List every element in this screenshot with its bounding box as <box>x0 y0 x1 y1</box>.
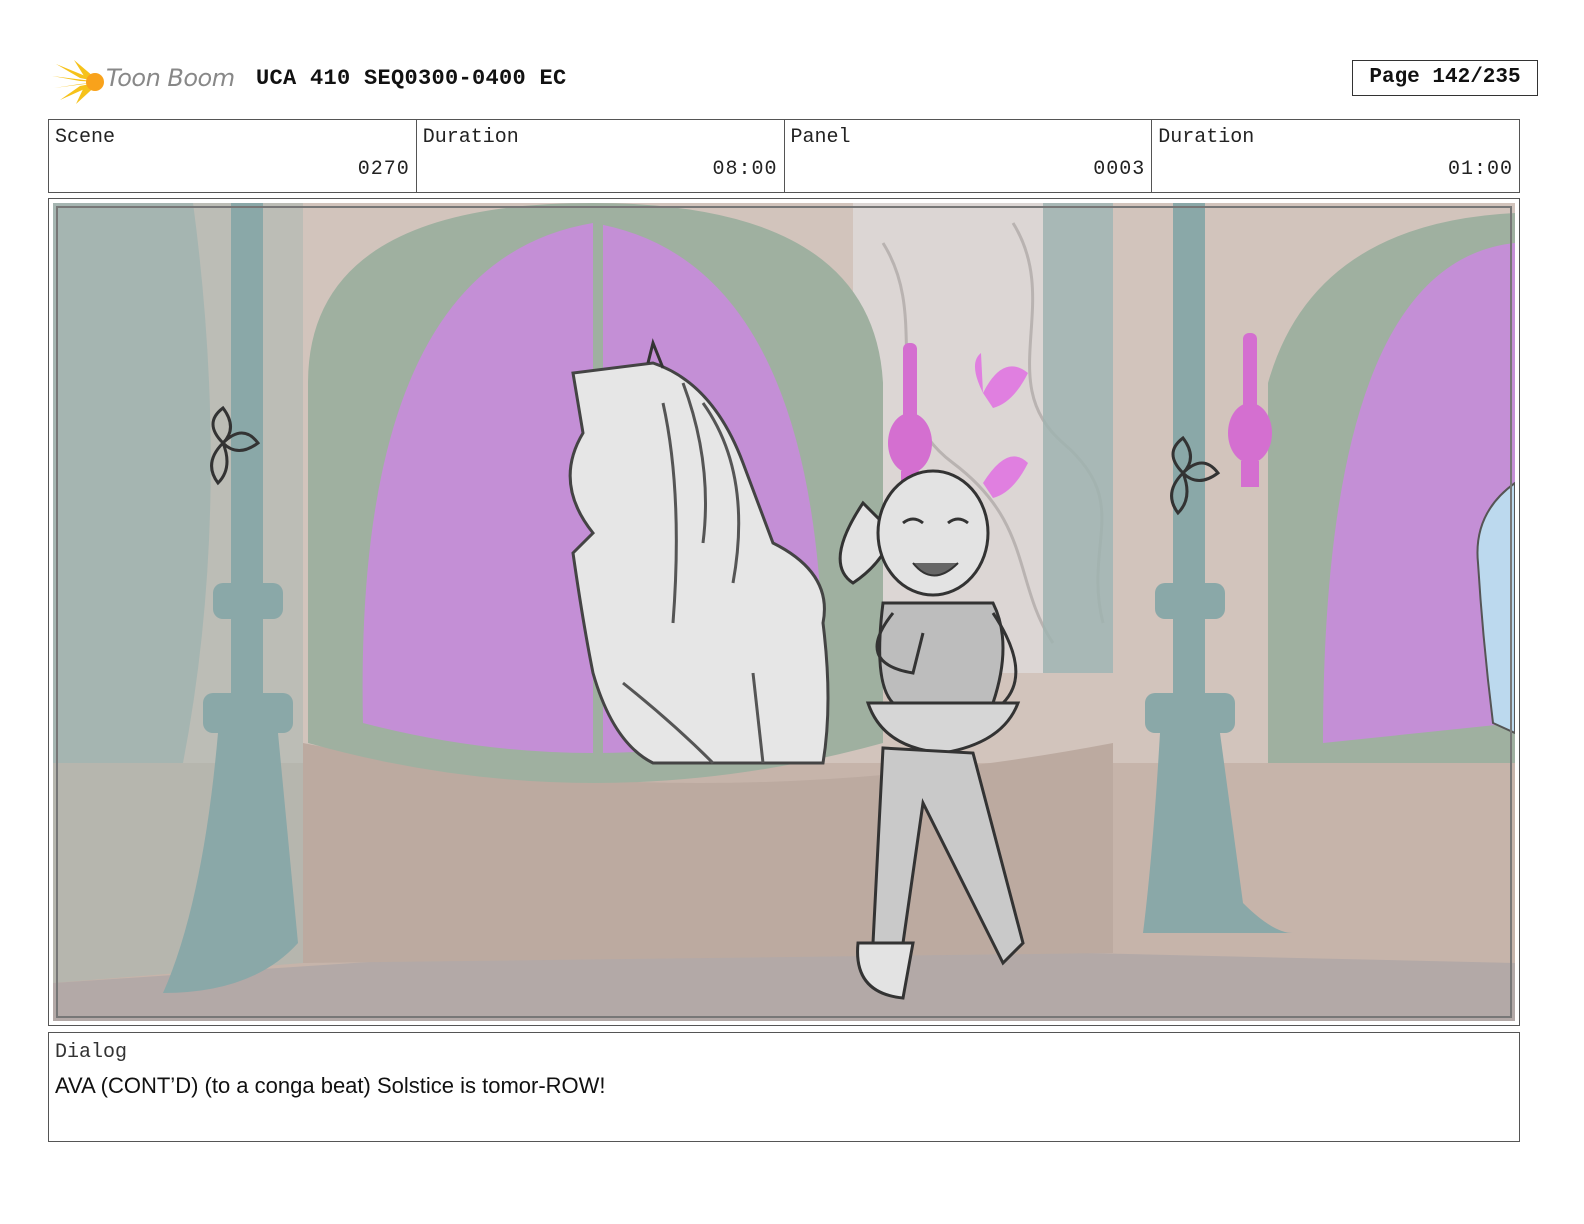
dialog-box: Dialog AVA (CONT’D) (to a conga beat) So… <box>48 1032 1520 1142</box>
scene-info-table: Scene 0270 Duration 08:00 Panel 0003 Dur… <box>48 119 1520 193</box>
page-header: Toon Boom UCA 410 SEQ0300-0400 EC Page 1… <box>48 54 1538 106</box>
brand-name: Toon Boom <box>106 64 235 92</box>
scene-label: Scene <box>55 126 116 149</box>
scene-duration-label: Duration <box>422 126 519 149</box>
scene-cell: Scene 0270 <box>49 120 417 192</box>
scene-duration-value: 08:00 <box>712 158 778 181</box>
page-number: Page 142/235 <box>1369 66 1521 89</box>
toon-boom-logo: Toon Boom <box>50 56 240 106</box>
scene-value: 0270 <box>357 158 410 181</box>
document-title: UCA 410 SEQ0300-0400 EC <box>256 66 567 91</box>
panel-duration-value: 01:00 <box>1447 158 1513 181</box>
dialog-text: AVA (CONT’D) (to a conga beat) Solstice … <box>55 1073 606 1098</box>
storyboard-drawing <box>53 203 1515 1021</box>
panel-duration-cell: Duration 01:00 <box>1152 120 1519 192</box>
starburst-logo-icon <box>52 60 104 104</box>
panel-label: Panel <box>790 126 851 149</box>
storyboard-panel <box>48 198 1520 1026</box>
scene-duration-cell: Duration 08:00 <box>417 120 785 192</box>
left-curtain <box>53 203 211 763</box>
page-indicator: Page 142/235 <box>1352 60 1538 96</box>
panel-value: 0003 <box>1093 158 1146 181</box>
panel-duration-label: Duration <box>1158 126 1255 149</box>
panel-cell: Panel 0003 <box>785 120 1153 192</box>
dialog-label: Dialog <box>55 1041 128 1064</box>
